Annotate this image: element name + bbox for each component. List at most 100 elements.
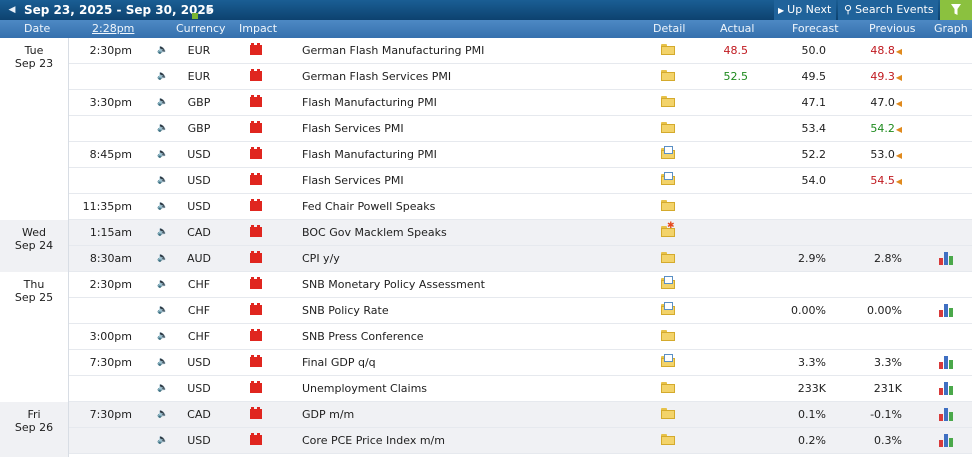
- event-forecast: 49.5: [801, 70, 827, 83]
- event-title[interactable]: Flash Services PMI: [302, 116, 404, 141]
- day-weekday: Thu: [23, 278, 45, 291]
- folder-doc-icon[interactable]: [661, 302, 675, 316]
- event-currency: CHF: [187, 304, 211, 317]
- event-row[interactable]: 8:30am 🔈 AUD CPI y/y 2.9% 2.8%: [69, 246, 972, 272]
- high-impact-icon: [250, 69, 262, 81]
- bar-chart-icon[interactable]: [939, 381, 955, 395]
- alarm-bell-icon[interactable]: 🔈: [157, 194, 168, 219]
- filter-icon: [951, 4, 961, 15]
- event-row[interactable]: 7:30pm 🔈 USD Final GDP q/q 3.3% 3.3%: [69, 350, 972, 376]
- event-title[interactable]: German Flash Manufacturing PMI: [302, 38, 484, 63]
- event-title[interactable]: SNB Monetary Policy Assessment: [302, 272, 485, 297]
- event-row[interactable]: 🔈 CHF SNB Policy Rate 0.00% 0.00%: [69, 298, 972, 324]
- column-header-row: Date 2:28pm Currency Impact Detail Actua…: [0, 20, 972, 38]
- folder-doc-icon[interactable]: [661, 172, 675, 186]
- event-row[interactable]: 3:00pm 🔈 CHF SNB Press Conference: [69, 324, 972, 350]
- current-time-header[interactable]: 2:28pm: [92, 20, 134, 38]
- impact-column-header: Impact: [239, 22, 278, 35]
- event-row[interactable]: 7:30pm 🔈 CAD GDP m/m 0.1% -0.1%: [69, 402, 972, 428]
- event-previous: 48.8◀: [850, 38, 902, 64]
- alarm-bell-icon[interactable]: 🔈: [157, 402, 168, 427]
- event-title[interactable]: Flash Services PMI: [302, 168, 404, 193]
- date-range-label[interactable]: Sep 23, 2025 - Sep 30, 2025: [24, 0, 214, 20]
- folder-icon[interactable]: [661, 252, 675, 264]
- alarm-bell-icon[interactable]: 🔈: [157, 220, 168, 245]
- revised-arrow-icon: ◀: [895, 73, 902, 82]
- previous-week-arrow-icon[interactable]: ◀: [4, 0, 20, 20]
- alarm-bell-icon[interactable]: 🔈: [157, 376, 168, 401]
- event-title[interactable]: CPI y/y: [302, 246, 340, 271]
- event-forecast: 3.3%: [798, 356, 826, 369]
- event-row[interactable]: 🔈 USD Core PCE Price Index m/m 0.2% 0.3%: [69, 428, 972, 454]
- event-row[interactable]: 11:35pm 🔈 USD Fed Chair Powell Speaks: [69, 194, 972, 220]
- up-next-button[interactable]: ▶ Up Next: [774, 0, 836, 20]
- event-currency: AUD: [186, 252, 212, 265]
- event-title[interactable]: Flash Manufacturing PMI: [302, 142, 437, 167]
- event-title[interactable]: Fed Chair Powell Speaks: [302, 194, 435, 219]
- event-row[interactable]: 1:15am 🔈 CAD BOC Gov Macklem Speaks ✱: [69, 220, 972, 246]
- folder-icon[interactable]: [661, 44, 675, 56]
- event-row[interactable]: 🔈 USD Unemployment Claims 233K 231K: [69, 376, 972, 402]
- folder-doc-icon[interactable]: [661, 354, 675, 368]
- previous-value: 54.2: [870, 122, 895, 135]
- bar-chart-icon[interactable]: [939, 433, 955, 447]
- search-icon: ⚲: [844, 3, 853, 16]
- filter-button[interactable]: [940, 0, 972, 20]
- event-title[interactable]: Final GDP q/q: [302, 350, 376, 375]
- revised-arrow-icon: ◀: [895, 99, 902, 108]
- event-row[interactable]: 🔈 GBP Flash Services PMI 53.4 54.2◀: [69, 116, 972, 142]
- bar-chart-icon[interactable]: [939, 303, 955, 317]
- event-forecast: 53.4: [801, 122, 827, 135]
- bar-chart-icon[interactable]: [939, 251, 955, 265]
- folder-icon[interactable]: [661, 200, 675, 212]
- alarm-bell-icon[interactable]: 🔈: [157, 90, 168, 115]
- alarm-bell-icon[interactable]: 🔈: [157, 246, 168, 271]
- event-title[interactable]: Core PCE Price Index m/m: [302, 428, 445, 453]
- event-row[interactable]: 8:45pm 🔈 USD Flash Manufacturing PMI 52.2 53.…: [69, 142, 972, 168]
- event-previous: 47.0◀: [850, 90, 902, 116]
- event-title[interactable]: SNB Press Conference: [302, 324, 424, 349]
- alarm-bell-icon[interactable]: 🔈: [157, 38, 168, 63]
- next-week-arrow-icon[interactable]: ▶: [202, 0, 218, 20]
- revised-arrow-icon: ◀: [895, 47, 902, 56]
- folder-icon[interactable]: [661, 408, 675, 420]
- folder-icon[interactable]: [661, 96, 675, 108]
- event-time: 8:45pm: [89, 148, 132, 161]
- alarm-bell-icon[interactable]: 🔈: [157, 116, 168, 141]
- folder-icon[interactable]: [661, 382, 675, 394]
- alarm-bell-icon[interactable]: 🔈: [157, 298, 168, 323]
- folder-icon[interactable]: [661, 122, 675, 134]
- folder-icon[interactable]: [661, 434, 675, 446]
- folder-icon[interactable]: [661, 330, 675, 342]
- bar-chart-icon[interactable]: [939, 355, 955, 369]
- event-title[interactable]: Flash Manufacturing PMI: [302, 90, 437, 115]
- alarm-bell-icon[interactable]: 🔈: [157, 272, 168, 297]
- day-cell-wed: Wed Sep 24: [0, 220, 68, 272]
- folder-icon[interactable]: [661, 70, 675, 82]
- event-row[interactable]: 2:30pm 🔈 EUR German Flash Manufacturing PMI…: [69, 38, 972, 64]
- alarm-bell-icon[interactable]: 🔈: [157, 168, 168, 193]
- event-title[interactable]: Unemployment Claims: [302, 376, 427, 401]
- event-row[interactable]: 2:30pm 🔈 CHF SNB Monetary Policy Assessment: [69, 272, 972, 298]
- event-row[interactable]: 3:30pm 🔈 GBP Flash Manufacturing PMI 47.1 47.…: [69, 90, 972, 116]
- bar-chart-icon[interactable]: [939, 407, 955, 421]
- event-row[interactable]: 🔈 USD Flash Services PMI 54.0 54.5◀: [69, 168, 972, 194]
- event-title[interactable]: GDP m/m: [302, 402, 354, 427]
- previous-value: 0.00%: [867, 304, 902, 317]
- event-title[interactable]: SNB Policy Rate: [302, 298, 389, 323]
- search-events-button[interactable]: ⚲ Search Events: [838, 0, 938, 20]
- currency-column-header: Currency: [176, 22, 226, 35]
- alarm-bell-icon[interactable]: 🔈: [157, 324, 168, 349]
- folder-doc-icon[interactable]: [661, 146, 675, 160]
- previous-column-header: Previous: [869, 22, 916, 35]
- event-row[interactable]: 🔈 EUR German Flash Services PMI 52.5 49.5 49.…: [69, 64, 972, 90]
- alarm-bell-icon[interactable]: 🔈: [157, 428, 168, 453]
- event-title[interactable]: BOC Gov Macklem Speaks: [302, 220, 447, 245]
- alarm-bell-icon[interactable]: 🔈: [157, 142, 168, 167]
- folder-star-icon[interactable]: ✱: [661, 222, 675, 238]
- day-weekday: Tue: [24, 44, 44, 57]
- alarm-bell-icon[interactable]: 🔈: [157, 64, 168, 89]
- event-title[interactable]: German Flash Services PMI: [302, 64, 451, 89]
- alarm-bell-icon[interactable]: 🔈: [157, 350, 168, 375]
- folder-doc-icon[interactable]: [661, 276, 675, 290]
